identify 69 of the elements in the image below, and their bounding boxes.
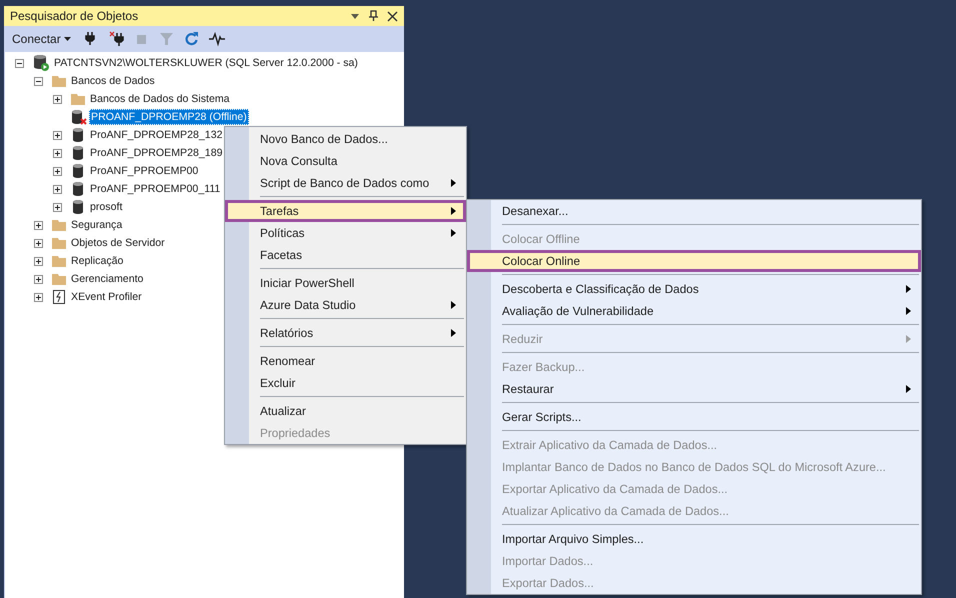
database-icon (70, 199, 86, 215)
tree-item[interactable]: ProANF_DPROEMP28_189 (88, 145, 224, 161)
menu-item[interactable]: Nova Consulta (225, 150, 466, 172)
server-icon (32, 54, 50, 72)
database-icon (70, 163, 86, 179)
menu-item[interactable]: Relatórios (225, 322, 466, 344)
collapse-icon[interactable] (15, 58, 24, 68)
tree-item[interactable]: ProANF_DPROEMP28_132 (88, 127, 224, 143)
tree-item[interactable]: PATCNTSVN2\WOLTERSKLUWER (SQL Server 12.0.2000 - sa) (52, 55, 360, 71)
refresh-icon[interactable] (184, 31, 200, 47)
folder-icon (51, 253, 67, 269)
tree-item[interactable]: PROANF_DPROEMP28 (Offline) (89, 109, 249, 125)
tree-item[interactable]: Gerenciamento (69, 271, 146, 287)
menu-item[interactable]: Restaurar (467, 378, 921, 400)
menu-item[interactable]: Excluir (225, 372, 466, 394)
pin-icon[interactable] (368, 10, 379, 22)
menu-item[interactable]: Novo Banco de Dados... (225, 128, 466, 150)
menu-item[interactable]: Políticas (225, 222, 466, 244)
expand-icon[interactable] (34, 220, 43, 230)
menu-item[interactable]: Avaliação de Vulnerabilidade (467, 300, 921, 322)
menu-item[interactable]: Descoberta e Classificação de Dados (467, 278, 921, 300)
tree-item[interactable]: Replicação (69, 253, 126, 269)
tree-item[interactable]: ProANF_PPROEMP00 (88, 163, 200, 179)
activity-icon[interactable] (208, 31, 225, 47)
expand-icon[interactable] (53, 130, 62, 140)
unplug-icon[interactable] (108, 31, 125, 47)
folder-icon (70, 91, 86, 107)
database-icon (70, 181, 86, 197)
tree-item[interactable]: Bancos de Dados do Sistema (88, 91, 232, 107)
menu-item[interactable]: Iniciar PowerShell (225, 272, 466, 294)
database-icon (70, 145, 86, 161)
menu-item[interactable]: Atualizar (225, 400, 466, 422)
menu-item[interactable]: Script de Banco de Dados como (225, 172, 466, 194)
offline-database-icon (70, 109, 87, 125)
expand-icon[interactable] (34, 256, 43, 266)
menu-item[interactable]: Colocar Online (467, 250, 921, 272)
folder-icon (51, 73, 67, 89)
expand-icon[interactable] (53, 166, 62, 176)
menu-item[interactable]: Desanexar... (467, 200, 921, 222)
expand-icon[interactable] (53, 148, 62, 158)
tree-item[interactable]: Objetos de Servidor (69, 235, 167, 251)
database-icon (70, 127, 86, 143)
collapse-icon[interactable] (34, 76, 43, 86)
tree-item[interactable]: prosoft (88, 199, 124, 215)
tree-item[interactable]: XEvent Profiler (69, 289, 144, 305)
tree-item[interactable]: Segurança (69, 217, 124, 233)
expand-icon[interactable] (53, 184, 62, 194)
connect-button[interactable]: Conectar (10, 32, 73, 46)
expand-icon[interactable] (53, 202, 62, 212)
expand-icon[interactable] (34, 238, 43, 248)
expand-icon[interactable] (53, 94, 62, 104)
tree-item[interactable]: Bancos de Dados (69, 73, 157, 89)
caret-icon (64, 37, 71, 41)
menu-item[interactable]: Tarefas (225, 200, 466, 222)
folder-icon (51, 217, 67, 233)
expand-icon[interactable] (34, 274, 43, 284)
folder-icon (51, 271, 67, 287)
panel-title: Pesquisador de Objetos (10, 9, 140, 23)
expand-icon[interactable] (34, 292, 43, 302)
menu-item[interactable]: Importar Arquivo Simples... (467, 528, 921, 550)
menu-item[interactable]: Gerar Scripts... (467, 406, 921, 428)
menu-item[interactable]: Facetas (225, 244, 466, 266)
close-icon[interactable] (387, 10, 398, 22)
menu-item[interactable]: Renomear (225, 350, 466, 372)
menu-item[interactable]: Azure Data Studio (225, 294, 466, 316)
tree-item[interactable]: ProANF_PPROEMP00_111 (88, 181, 222, 197)
event-profiler-icon (51, 289, 67, 305)
folder-icon (51, 235, 67, 251)
dropdown-icon[interactable] (350, 11, 360, 21)
